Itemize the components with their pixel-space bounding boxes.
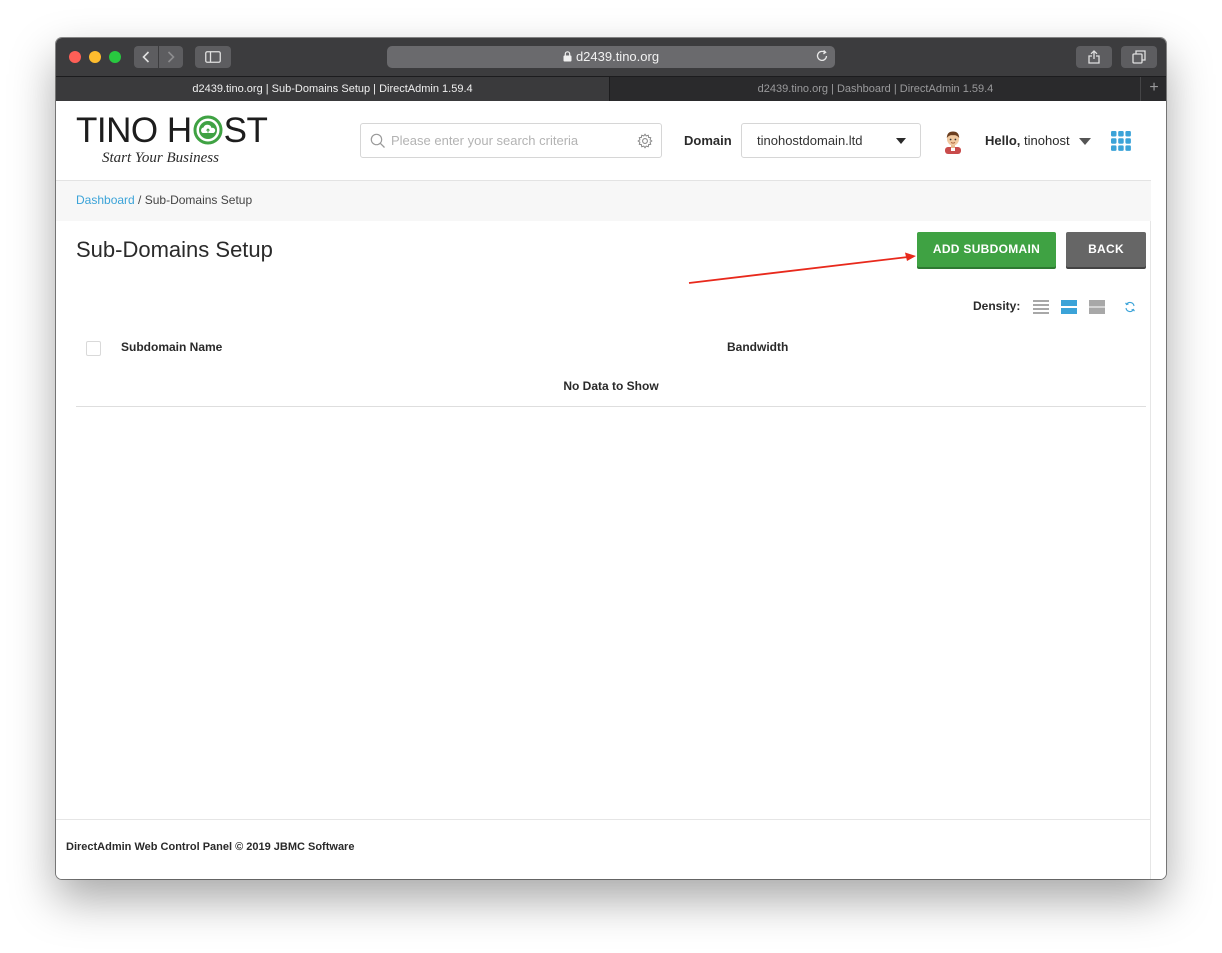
share-button[interactable]: [1076, 46, 1112, 68]
close-window-button[interactable]: [69, 51, 81, 63]
logo-tagline: Start Your Business: [102, 150, 219, 166]
zoom-window-button[interactable]: [109, 51, 121, 63]
share-icon: [1088, 50, 1100, 64]
add-subdomain-button[interactable]: ADD SUBDOMAIN: [917, 232, 1056, 267]
domain-label: Domain: [684, 133, 732, 148]
back-button[interactable]: BACK: [1066, 232, 1146, 267]
tab-dashboard[interactable]: d2439.tino.org | Dashboard | DirectAdmin…: [611, 77, 1141, 101]
search-box: [360, 123, 662, 158]
site-header: TINO HST Start Your Business Domain tino…: [56, 101, 1151, 181]
back-icon: [142, 51, 150, 63]
avatar[interactable]: [940, 128, 966, 154]
forward-icon: [167, 51, 175, 63]
gear-icon[interactable]: [637, 133, 653, 149]
address-bar[interactable]: d2439.tino.org: [387, 46, 835, 68]
tinohost-logo[interactable]: TINO H ST Start Your Business: [76, 111, 268, 171]
user-greeting[interactable]: Hello, tinohost: [985, 133, 1070, 148]
refresh-icon[interactable]: [1124, 301, 1136, 313]
reload-icon[interactable]: [815, 49, 829, 63]
apps-grid-icon[interactable]: [1111, 131, 1131, 151]
address-text: d2439.tino.org: [575, 49, 660, 64]
breadcrumb-current: Sub-Domains Setup: [144, 193, 253, 207]
tab-sub-domains-setup[interactable]: d2439.tino.org | Sub-Domains Setup | Dir…: [56, 77, 610, 101]
page-title: Sub-Domains Setup: [76, 237, 273, 262]
logo-wordmark: TINO H ST: [76, 111, 268, 150]
density-loose-icon[interactable]: [1089, 299, 1105, 315]
domain-select[interactable]: tinohostdomain.ltd: [741, 123, 921, 158]
table-divider: [76, 406, 1146, 407]
breadcrumb: Dashboard / Sub-Domains Setup: [76, 193, 252, 207]
cloud-o-icon: [193, 115, 223, 145]
chevron-down-icon[interactable]: [1079, 138, 1091, 145]
footer-text: DirectAdmin Web Control Panel © 2019 JBM…: [66, 841, 355, 853]
tab-bar: d2439.tino.org | Sub-Domains Setup | Dir…: [56, 76, 1166, 101]
density-medium-icon[interactable]: [1061, 299, 1077, 315]
breadcrumb-bar: Dashboard / Sub-Domains Setup: [56, 181, 1151, 221]
search-input[interactable]: [391, 124, 631, 157]
back-button[interactable]: [134, 46, 158, 68]
username: tinohost: [1024, 133, 1070, 148]
lock-icon: [563, 51, 572, 62]
tabs-icon: [1132, 50, 1146, 64]
browser-toolbar: d2439.tino.org: [56, 38, 1166, 76]
select-all-checkbox[interactable]: [86, 341, 101, 356]
column-header-bandwidth[interactable]: Bandwidth: [727, 340, 788, 354]
breadcrumb-link-dashboard[interactable]: Dashboard: [76, 193, 135, 207]
scrollbar-track[interactable]: [1151, 101, 1166, 879]
browser-window: d2439.tino.org d2439.tino.org | Sub-Doma…: [56, 38, 1166, 879]
tab-overview-button[interactable]: [1121, 46, 1157, 68]
column-header-subdomain-name[interactable]: Subdomain Name: [121, 340, 222, 354]
breadcrumb-separator: /: [134, 193, 145, 207]
density-compact-icon[interactable]: [1033, 299, 1049, 315]
sidebar-toggle-button[interactable]: [195, 46, 231, 68]
forward-button[interactable]: [159, 46, 183, 68]
search-icon: [370, 133, 385, 148]
chevron-down-icon: [896, 138, 906, 144]
annotation-arrow: [688, 252, 916, 284]
empty-table-message: No Data to Show: [563, 379, 659, 393]
sidebar-icon: [205, 51, 221, 63]
new-tab-button[interactable]: +: [1142, 77, 1166, 101]
domain-select-value: tinohostdomain.ltd: [757, 133, 863, 148]
minimize-window-button[interactable]: [89, 51, 101, 63]
footer-divider: [56, 819, 1151, 820]
web-page: TINO HST Start Your Business Domain tino…: [56, 101, 1151, 879]
density-label: Density:: [973, 299, 1021, 313]
